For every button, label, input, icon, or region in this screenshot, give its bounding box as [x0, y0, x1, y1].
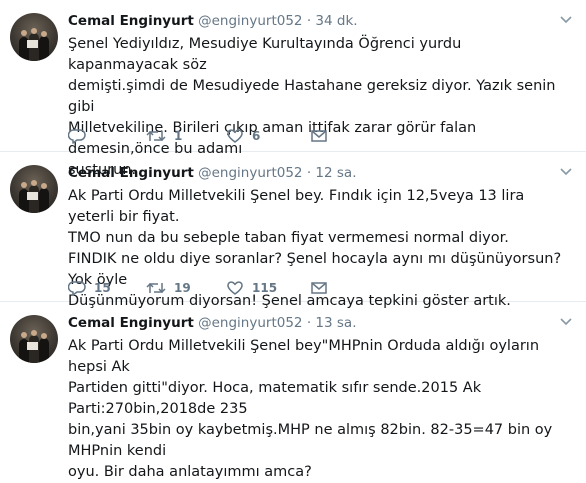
tweet[interactable]: Cemal Enginyurt @enginyurt052 · 13 sa. A…: [0, 302, 586, 480]
tweet-actions: 1 6: [68, 126, 328, 146]
avatar[interactable]: [10, 315, 58, 363]
reply-count: 15: [94, 281, 111, 295]
avatar[interactable]: [10, 165, 58, 213]
tweet-feed: Cemal Enginyurt @enginyurt052 · 34 dk. Ş…: [0, 0, 586, 480]
tweet-header: Cemal Enginyurt @enginyurt052 · 13 sa.: [68, 313, 573, 333]
dm-button[interactable]: [310, 126, 328, 146]
tweet-content: Cemal Enginyurt @enginyurt052 · 13 sa. A…: [68, 313, 573, 483]
chevron-down-icon[interactable]: [559, 167, 573, 177]
tweet-actions: 15 19 115: [68, 278, 328, 298]
retweet-count: 1: [174, 129, 183, 143]
tweet-header: Cemal Enginyurt @enginyurt052 · 12 sa.: [68, 163, 573, 183]
reply-icon: [68, 128, 86, 144]
retweet-button[interactable]: 19: [146, 278, 226, 298]
envelope-icon: [310, 280, 328, 296]
tweet-timestamp[interactable]: 34 dk.: [315, 13, 357, 29]
like-count: 6: [252, 129, 261, 143]
author-name[interactable]: Cemal Enginyurt: [68, 315, 194, 331]
tweet-text: Ak Parti Ordu Milletvekili Şenel bey"MHP…: [68, 338, 553, 480]
dm-button[interactable]: [310, 278, 328, 298]
retweet-button[interactable]: 1: [146, 126, 226, 146]
avatar[interactable]: [10, 13, 58, 61]
tweet-header: Cemal Enginyurt @enginyurt052 · 34 dk.: [68, 11, 573, 31]
separator-dot: ·: [306, 165, 312, 181]
author-handle[interactable]: @enginyurt052: [198, 13, 302, 29]
reply-button[interactable]: 15: [68, 278, 146, 298]
reply-icon: [68, 280, 86, 296]
like-count: 115: [252, 281, 278, 295]
author-name[interactable]: Cemal Enginyurt: [68, 165, 194, 181]
tweet[interactable]: Cemal Enginyurt @enginyurt052 · 12 sa. A…: [0, 152, 586, 309]
retweet-count: 19: [174, 281, 191, 295]
retweet-icon: [146, 128, 166, 144]
heart-icon: [226, 280, 244, 296]
author-name[interactable]: Cemal Enginyurt: [68, 13, 194, 29]
chevron-down-icon[interactable]: [559, 317, 573, 327]
tweet-timestamp[interactable]: 13 sa.: [315, 315, 356, 331]
author-handle[interactable]: @enginyurt052: [198, 165, 302, 181]
envelope-icon: [310, 128, 328, 144]
chevron-down-icon[interactable]: [559, 15, 573, 25]
like-button[interactable]: 6: [226, 126, 310, 146]
separator-dot: ·: [306, 315, 312, 331]
heart-icon: [226, 128, 244, 144]
author-handle[interactable]: @enginyurt052: [198, 315, 302, 331]
separator-dot: ·: [306, 13, 312, 29]
tweet-timestamp[interactable]: 12 sa.: [315, 165, 356, 181]
reply-button[interactable]: [68, 126, 146, 146]
tweet[interactable]: Cemal Enginyurt @enginyurt052 · 34 dk. Ş…: [0, 0, 586, 178]
like-button[interactable]: 115: [226, 278, 310, 298]
retweet-icon: [146, 280, 166, 296]
